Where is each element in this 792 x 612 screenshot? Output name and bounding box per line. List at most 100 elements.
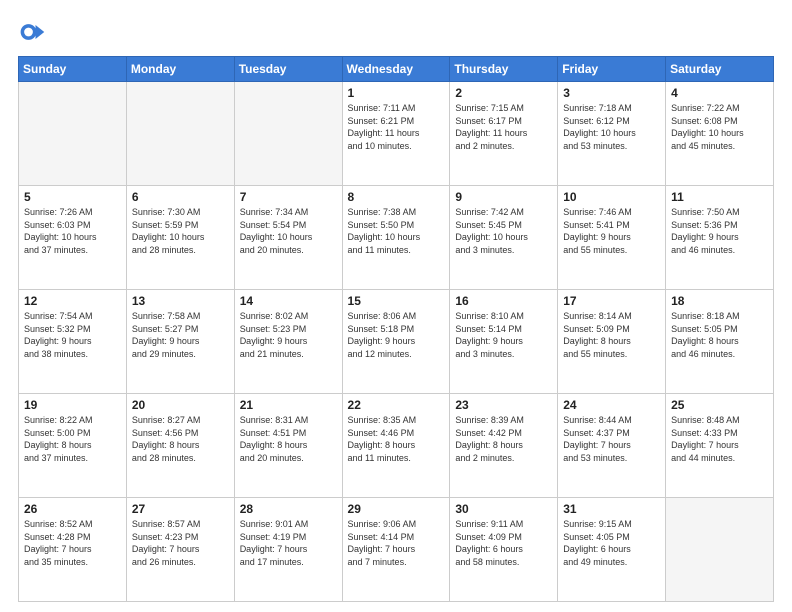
day-number: 27	[132, 502, 229, 516]
calendar-cell: 7 Sunrise: 7:34 AM Sunset: 5:54 PM Daylig…	[234, 186, 342, 290]
cell-content: Sunrise: 7:26 AM Sunset: 6:03 PM Dayligh…	[24, 206, 121, 256]
day-number: 24	[563, 398, 660, 412]
cell-content: Sunrise: 8:31 AM Sunset: 4:51 PM Dayligh…	[240, 414, 337, 464]
cell-content: Sunrise: 7:34 AM Sunset: 5:54 PM Dayligh…	[240, 206, 337, 256]
cell-content: Sunrise: 7:11 AM Sunset: 6:21 PM Dayligh…	[348, 102, 445, 152]
calendar-header-sunday: Sunday	[19, 57, 127, 82]
day-number: 29	[348, 502, 445, 516]
calendar-cell	[234, 82, 342, 186]
calendar-cell: 13 Sunrise: 7:58 AM Sunset: 5:27 PM Dayli…	[126, 290, 234, 394]
logo	[18, 18, 50, 46]
calendar-cell: 12 Sunrise: 7:54 AM Sunset: 5:32 PM Dayli…	[19, 290, 127, 394]
day-number: 14	[240, 294, 337, 308]
calendar-cell: 6 Sunrise: 7:30 AM Sunset: 5:59 PM Daylig…	[126, 186, 234, 290]
header	[18, 18, 774, 46]
day-number: 30	[455, 502, 552, 516]
day-number: 1	[348, 86, 445, 100]
calendar-cell: 23 Sunrise: 8:39 AM Sunset: 4:42 PM Dayli…	[450, 394, 558, 498]
cell-content: Sunrise: 8:22 AM Sunset: 5:00 PM Dayligh…	[24, 414, 121, 464]
cell-content: Sunrise: 7:18 AM Sunset: 6:12 PM Dayligh…	[563, 102, 660, 152]
calendar-header-monday: Monday	[126, 57, 234, 82]
calendar-cell: 21 Sunrise: 8:31 AM Sunset: 4:51 PM Dayli…	[234, 394, 342, 498]
calendar-week-5: 26Sunrise: 8:52 AM Sunset: 4:28 PM Dayli…	[19, 498, 774, 602]
day-number: 31	[563, 502, 660, 516]
day-number: 23	[455, 398, 552, 412]
calendar-cell: 22Sunrise: 8:35 AM Sunset: 4:46 PM Dayli…	[342, 394, 450, 498]
calendar: SundayMondayTuesdayWednesdayThursdayFrid…	[18, 56, 774, 602]
day-number: 21	[240, 398, 337, 412]
day-number: 11	[671, 190, 768, 204]
cell-content: Sunrise: 8:39 AM Sunset: 4:42 PM Dayligh…	[455, 414, 552, 464]
cell-content: Sunrise: 9:01 AM Sunset: 4:19 PM Dayligh…	[240, 518, 337, 568]
day-number: 2	[455, 86, 552, 100]
calendar-cell: 24 Sunrise: 8:44 AM Sunset: 4:37 PM Dayli…	[558, 394, 666, 498]
cell-content: Sunrise: 8:14 AM Sunset: 5:09 PM Dayligh…	[563, 310, 660, 360]
calendar-cell: 19 Sunrise: 8:22 AM Sunset: 5:00 PM Dayli…	[19, 394, 127, 498]
calendar-cell: 3 Sunrise: 7:18 AM Sunset: 6:12 PM Daylig…	[558, 82, 666, 186]
calendar-cell: 9 Sunrise: 7:42 AM Sunset: 5:45 PM Daylig…	[450, 186, 558, 290]
page: SundayMondayTuesdayWednesdayThursdayFrid…	[0, 0, 792, 612]
cell-content: Sunrise: 8:02 AM Sunset: 5:23 PM Dayligh…	[240, 310, 337, 360]
cell-content: Sunrise: 8:10 AM Sunset: 5:14 PM Dayligh…	[455, 310, 552, 360]
calendar-cell	[126, 82, 234, 186]
calendar-week-4: 19 Sunrise: 8:22 AM Sunset: 5:00 PM Dayli…	[19, 394, 774, 498]
day-number: 16	[455, 294, 552, 308]
cell-content: Sunrise: 7:22 AM Sunset: 6:08 PM Dayligh…	[671, 102, 768, 152]
day-number: 20	[132, 398, 229, 412]
calendar-cell	[19, 82, 127, 186]
calendar-week-2: 5 Sunrise: 7:26 AM Sunset: 6:03 PM Daylig…	[19, 186, 774, 290]
cell-content: Sunrise: 7:46 AM Sunset: 5:41 PM Dayligh…	[563, 206, 660, 256]
day-number: 5	[24, 190, 121, 204]
day-number: 28	[240, 502, 337, 516]
calendar-cell: 4Sunrise: 7:22 AM Sunset: 6:08 PM Daylig…	[666, 82, 774, 186]
day-number: 9	[455, 190, 552, 204]
calendar-cell: 5 Sunrise: 7:26 AM Sunset: 6:03 PM Daylig…	[19, 186, 127, 290]
cell-content: Sunrise: 8:57 AM Sunset: 4:23 PM Dayligh…	[132, 518, 229, 568]
cell-content: Sunrise: 8:44 AM Sunset: 4:37 PM Dayligh…	[563, 414, 660, 464]
calendar-header-saturday: Saturday	[666, 57, 774, 82]
calendar-cell: 16 Sunrise: 8:10 AM Sunset: 5:14 PM Dayli…	[450, 290, 558, 394]
day-number: 25	[671, 398, 768, 412]
calendar-cell: 1 Sunrise: 7:11 AM Sunset: 6:21 PM Daylig…	[342, 82, 450, 186]
calendar-cell: 26Sunrise: 8:52 AM Sunset: 4:28 PM Dayli…	[19, 498, 127, 602]
day-number: 6	[132, 190, 229, 204]
cell-content: Sunrise: 9:06 AM Sunset: 4:14 PM Dayligh…	[348, 518, 445, 568]
calendar-header-row: SundayMondayTuesdayWednesdayThursdayFrid…	[19, 57, 774, 82]
day-number: 13	[132, 294, 229, 308]
day-number: 7	[240, 190, 337, 204]
calendar-cell: 31 Sunrise: 9:15 AM Sunset: 4:05 PM Dayli…	[558, 498, 666, 602]
calendar-week-3: 12 Sunrise: 7:54 AM Sunset: 5:32 PM Dayli…	[19, 290, 774, 394]
calendar-header-wednesday: Wednesday	[342, 57, 450, 82]
logo-icon	[18, 18, 46, 46]
calendar-cell: 11 Sunrise: 7:50 AM Sunset: 5:36 PM Dayli…	[666, 186, 774, 290]
day-number: 15	[348, 294, 445, 308]
day-number: 12	[24, 294, 121, 308]
day-number: 19	[24, 398, 121, 412]
calendar-header-friday: Friday	[558, 57, 666, 82]
day-number: 18	[671, 294, 768, 308]
calendar-cell: 17 Sunrise: 8:14 AM Sunset: 5:09 PM Dayli…	[558, 290, 666, 394]
calendar-header-thursday: Thursday	[450, 57, 558, 82]
day-number: 17	[563, 294, 660, 308]
cell-content: Sunrise: 9:11 AM Sunset: 4:09 PM Dayligh…	[455, 518, 552, 568]
cell-content: Sunrise: 7:54 AM Sunset: 5:32 PM Dayligh…	[24, 310, 121, 360]
cell-content: Sunrise: 7:15 AM Sunset: 6:17 PM Dayligh…	[455, 102, 552, 152]
cell-content: Sunrise: 7:58 AM Sunset: 5:27 PM Dayligh…	[132, 310, 229, 360]
calendar-cell: 25Sunrise: 8:48 AM Sunset: 4:33 PM Dayli…	[666, 394, 774, 498]
calendar-cell: 28 Sunrise: 9:01 AM Sunset: 4:19 PM Dayli…	[234, 498, 342, 602]
cell-content: Sunrise: 7:38 AM Sunset: 5:50 PM Dayligh…	[348, 206, 445, 256]
cell-content: Sunrise: 7:30 AM Sunset: 5:59 PM Dayligh…	[132, 206, 229, 256]
day-number: 3	[563, 86, 660, 100]
cell-content: Sunrise: 8:35 AM Sunset: 4:46 PM Dayligh…	[348, 414, 445, 464]
cell-content: Sunrise: 8:27 AM Sunset: 4:56 PM Dayligh…	[132, 414, 229, 464]
cell-content: Sunrise: 7:50 AM Sunset: 5:36 PM Dayligh…	[671, 206, 768, 256]
day-number: 26	[24, 502, 121, 516]
cell-content: Sunrise: 7:42 AM Sunset: 5:45 PM Dayligh…	[455, 206, 552, 256]
calendar-cell: 14 Sunrise: 8:02 AM Sunset: 5:23 PM Dayli…	[234, 290, 342, 394]
cell-content: Sunrise: 9:15 AM Sunset: 4:05 PM Dayligh…	[563, 518, 660, 568]
cell-content: Sunrise: 8:18 AM Sunset: 5:05 PM Dayligh…	[671, 310, 768, 360]
day-number: 10	[563, 190, 660, 204]
calendar-week-1: 1 Sunrise: 7:11 AM Sunset: 6:21 PM Daylig…	[19, 82, 774, 186]
calendar-cell: 30 Sunrise: 9:11 AM Sunset: 4:09 PM Dayli…	[450, 498, 558, 602]
calendar-cell: 18 Sunrise: 8:18 AM Sunset: 5:05 PM Dayli…	[666, 290, 774, 394]
